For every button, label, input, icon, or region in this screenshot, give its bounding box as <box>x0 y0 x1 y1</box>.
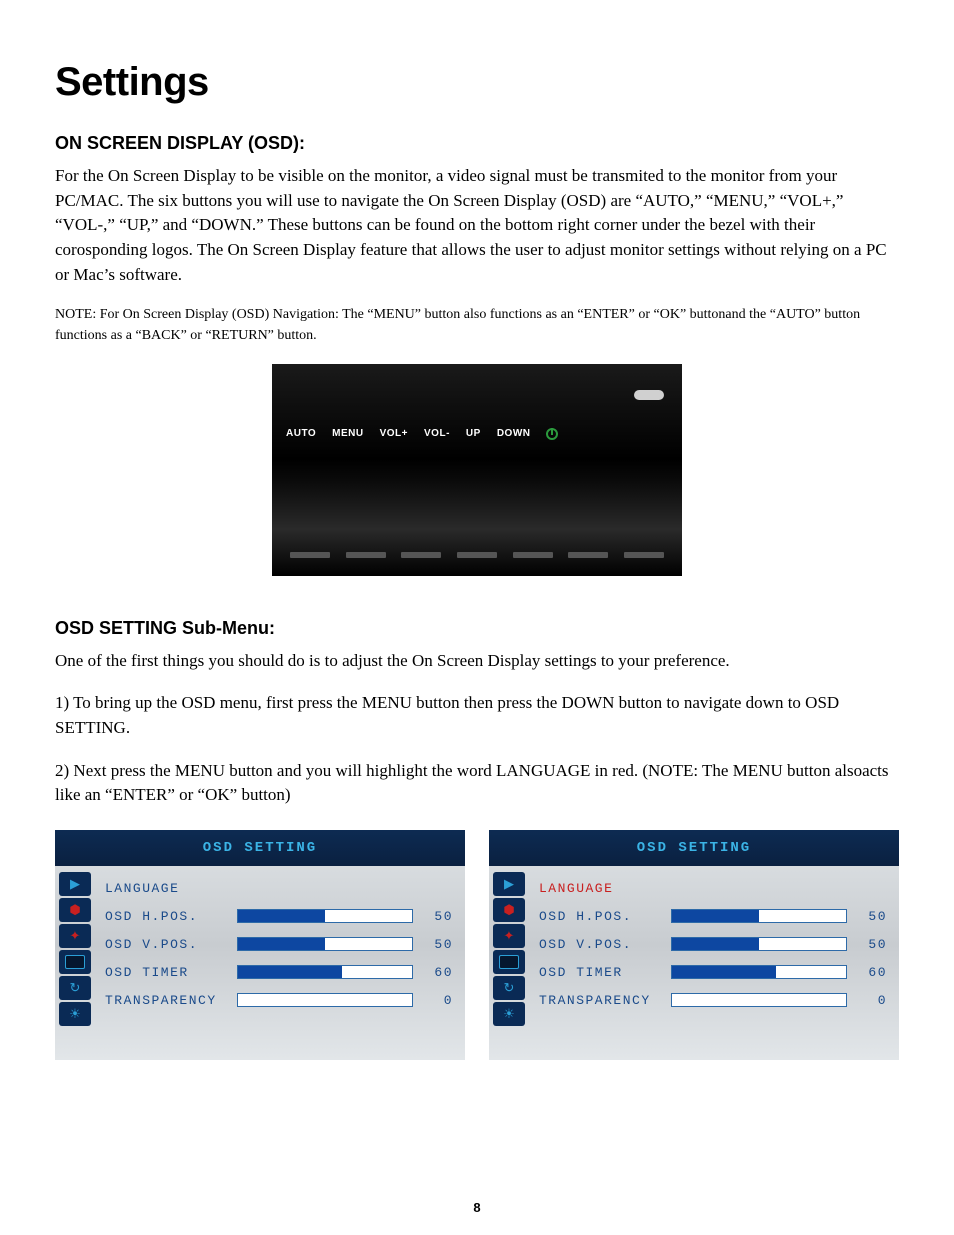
color-icon: ✦ <box>59 924 91 948</box>
osd-icon-column: ▶ ⬢ ✦ ↻ ☀ <box>489 866 531 1032</box>
osd-list-left: LANGUAGE OSD H.POS. 50 OSD V.POS. 50 OSD… <box>97 866 465 1032</box>
color-icon: ✦ <box>493 924 525 948</box>
osd-icon <box>59 950 91 974</box>
bright-icon: ☀ <box>493 1002 525 1026</box>
monitor-bezel-photo: AUTO MENU VOL+ VOL- UP DOWN <box>272 364 682 576</box>
submenu-p3: 2) Next press the MENU button and you wi… <box>55 759 899 808</box>
bezel-up-label: UP <box>466 428 481 439</box>
osd-label: LANGUAGE <box>539 881 671 896</box>
bezel-volm-label: VOL- <box>424 428 450 439</box>
osd-item-hpos: OSD H.POS. 50 <box>105 902 453 930</box>
section-heading-osd: ON SCREEN DISPLAY (OSD): <box>55 133 899 154</box>
osd-slider <box>237 909 413 923</box>
osd-label: OSD H.POS. <box>105 909 237 924</box>
play-icon: ▶ <box>493 872 525 896</box>
bright-icon: ☀ <box>59 1002 91 1026</box>
osd-value: 60 <box>425 965 453 980</box>
bezel-pill <box>634 390 664 400</box>
osd-label: OSD V.POS. <box>105 937 237 952</box>
osd-label: TRANSPARENCY <box>539 993 671 1008</box>
bezel-auto-label: AUTO <box>286 428 316 439</box>
section-body-osd: For the On Screen Display to be visible … <box>55 164 899 287</box>
bezel-down-label: DOWN <box>497 428 531 439</box>
bezel-volp-label: VOL+ <box>380 428 408 439</box>
osd-icon-column: ▶ ⬢ ✦ ↻ ☀ <box>55 866 97 1032</box>
osd-item-vpos: OSD V.POS. 50 <box>105 930 453 958</box>
osd-slider <box>671 937 847 951</box>
power-icon <box>546 428 558 440</box>
osd-item-language: LANGUAGE <box>105 874 453 902</box>
osd-item-timer: OSD TIMER 60 <box>539 958 887 986</box>
osd-value: 50 <box>859 937 887 952</box>
osd-label: OSD V.POS. <box>539 937 671 952</box>
osd-label: OSD TIMER <box>539 965 671 980</box>
osd-label: OSD H.POS. <box>539 909 671 924</box>
osd-panel-right: OSD SETTING ▶ ⬢ ✦ ↻ ☀ LANGUAGE OSD H.POS… <box>489 830 899 1060</box>
play-icon: ▶ <box>59 872 91 896</box>
section-note-osd: NOTE: For On Screen Display (OSD) Naviga… <box>55 305 899 346</box>
osd-label: OSD TIMER <box>105 965 237 980</box>
osd-value: 0 <box>425 993 453 1008</box>
bezel-button-labels: AUTO MENU VOL+ VOL- UP DOWN <box>272 428 682 440</box>
osd-item-language-highlighted: LANGUAGE <box>539 874 887 902</box>
adjust-icon: ⬢ <box>59 898 91 922</box>
osd-value: 50 <box>425 937 453 952</box>
page-title: Settings <box>55 60 899 105</box>
osd-item-transparency: TRANSPARENCY 0 <box>105 986 453 1014</box>
reset-icon: ↻ <box>59 976 91 1000</box>
osd-screenshots-row: OSD SETTING ▶ ⬢ ✦ ↻ ☀ LANGUAGE OSD H.POS… <box>55 830 899 1060</box>
osd-value: 50 <box>859 909 887 924</box>
submenu-p1: One of the first things you should do is… <box>55 649 899 674</box>
bezel-menu-label: MENU <box>332 428 363 439</box>
osd-value: 60 <box>859 965 887 980</box>
osd-item-hpos: OSD H.POS. 50 <box>539 902 887 930</box>
osd-list-right: LANGUAGE OSD H.POS. 50 OSD V.POS. 50 OSD… <box>531 866 899 1032</box>
osd-item-timer: OSD TIMER 60 <box>105 958 453 986</box>
adjust-icon: ⬢ <box>493 898 525 922</box>
osd-slider <box>237 937 413 951</box>
osd-value: 50 <box>425 909 453 924</box>
submenu-p2: 1) To bring up the OSD menu, first press… <box>55 691 899 740</box>
osd-slider <box>671 993 847 1007</box>
osd-item-vpos: OSD V.POS. 50 <box>539 930 887 958</box>
osd-label: TRANSPARENCY <box>105 993 237 1008</box>
osd-label: LANGUAGE <box>105 881 237 896</box>
section-heading-submenu: OSD SETTING Sub-Menu: <box>55 618 899 639</box>
page-number: 8 <box>0 1200 954 1215</box>
osd-header: OSD SETTING <box>55 830 465 866</box>
osd-item-transparency: TRANSPARENCY 0 <box>539 986 887 1014</box>
osd-value: 0 <box>859 993 887 1008</box>
osd-header: OSD SETTING <box>489 830 899 866</box>
osd-slider <box>671 965 847 979</box>
osd-icon <box>493 950 525 974</box>
bezel-button-row <box>290 552 664 558</box>
osd-panel-left: OSD SETTING ▶ ⬢ ✦ ↻ ☀ LANGUAGE OSD H.POS… <box>55 830 465 1060</box>
osd-slider <box>237 993 413 1007</box>
osd-slider <box>237 965 413 979</box>
reset-icon: ↻ <box>493 976 525 1000</box>
osd-slider <box>671 909 847 923</box>
